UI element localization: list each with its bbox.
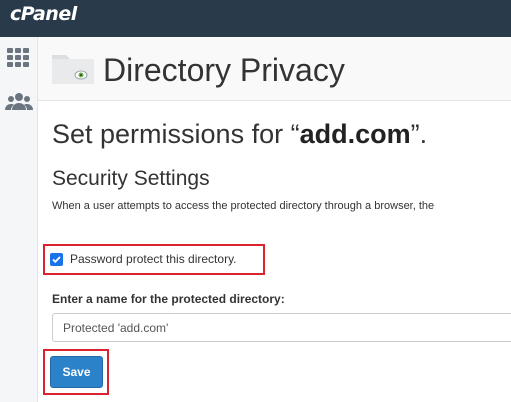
domain-name: add.com [299, 119, 411, 149]
page-title: Directory Privacy [103, 52, 345, 88]
password-protect-checkbox[interactable] [50, 253, 63, 266]
cpanel-logo[interactable]: cPanel [10, 3, 77, 25]
security-settings-heading: Security Settings [52, 167, 210, 190]
sidebar [0, 37, 38, 402]
permissions-prefix: Set permissions for “ [52, 119, 300, 149]
permissions-heading: Set permissions for “add.com”. [52, 119, 427, 150]
directory-name-input[interactable] [52, 313, 511, 342]
page-header: Directory Privacy [38, 37, 511, 101]
folder-eye-icon [51, 50, 95, 91]
users-icon[interactable] [4, 89, 34, 115]
permissions-suffix: ”. [410, 119, 428, 149]
grid-icon[interactable] [4, 45, 34, 71]
security-description: When a user attempts to access the prote… [52, 200, 435, 212]
top-bar: cPanel [0, 0, 511, 37]
directory-name-label: Enter a name for the protected directory… [52, 292, 285, 306]
password-protect-label[interactable]: Password protect this directory. [70, 252, 237, 266]
checkmark-icon [52, 256, 61, 264]
save-button[interactable]: Save [50, 356, 103, 388]
main-content: Set permissions for “add.com”. Security … [38, 101, 511, 402]
